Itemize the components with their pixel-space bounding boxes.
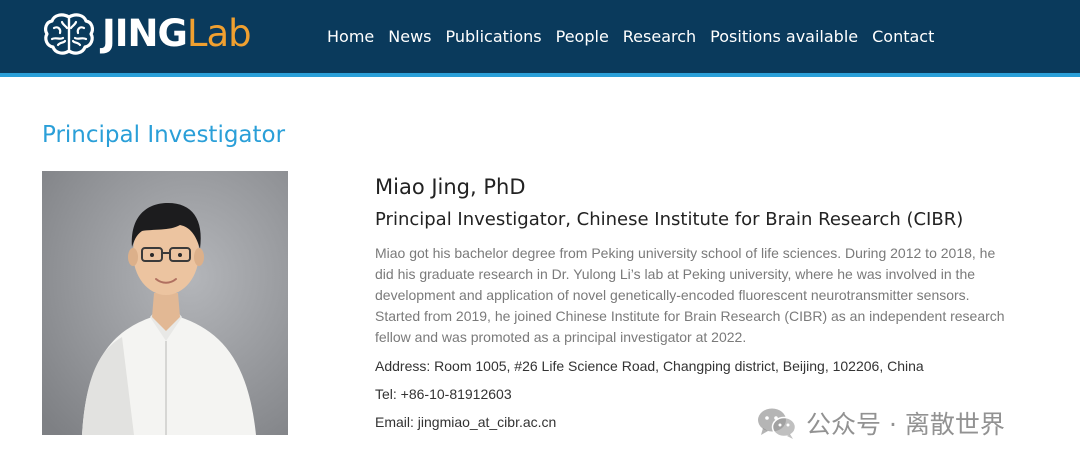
logo-text-jing: JING <box>102 12 188 55</box>
pi-profile: Miao Jing, PhD Principal Investigator, C… <box>375 172 1055 432</box>
pi-position: Principal Investigator, Chinese Institut… <box>375 209 964 230</box>
nav-news[interactable]: News <box>388 27 431 46</box>
pi-phone: Tel: +86-10-81912603 <box>375 386 512 402</box>
top-navbar: JINGLab Home News Publications People Re… <box>0 0 1080 77</box>
nav-people[interactable]: People <box>556 27 609 46</box>
brain-icon <box>44 13 94 55</box>
nav-positions-available[interactable]: Positions available <box>710 27 858 46</box>
nav-research[interactable]: Research <box>623 27 696 46</box>
main-nav: Home News Publications People Research P… <box>327 0 948 72</box>
pi-bio: Miao got his bachelor degree from Peking… <box>375 245 1005 345</box>
section-title: Principal Investigator <box>42 122 286 148</box>
pi-name: Miao Jing, PhD <box>375 175 526 199</box>
portrait-illustration <box>42 171 288 435</box>
logo-text: JINGLab <box>102 8 252 60</box>
pi-address: Address: Room 1005, #26 Life Science Roa… <box>375 358 924 374</box>
nav-contact[interactable]: Contact <box>872 27 934 46</box>
wechat-icon <box>758 408 797 439</box>
wechat-watermark: 公众号 · 离散世界 <box>756 405 1005 441</box>
portrait-photo <box>42 171 288 435</box>
watermark-text: 公众号 · 离散世界 <box>806 410 1005 439</box>
site-logo[interactable]: JINGLab <box>42 8 252 60</box>
logo-text-lab: Lab <box>186 12 252 55</box>
nav-home[interactable]: Home <box>327 27 374 46</box>
nav-publications[interactable]: Publications <box>445 27 541 46</box>
